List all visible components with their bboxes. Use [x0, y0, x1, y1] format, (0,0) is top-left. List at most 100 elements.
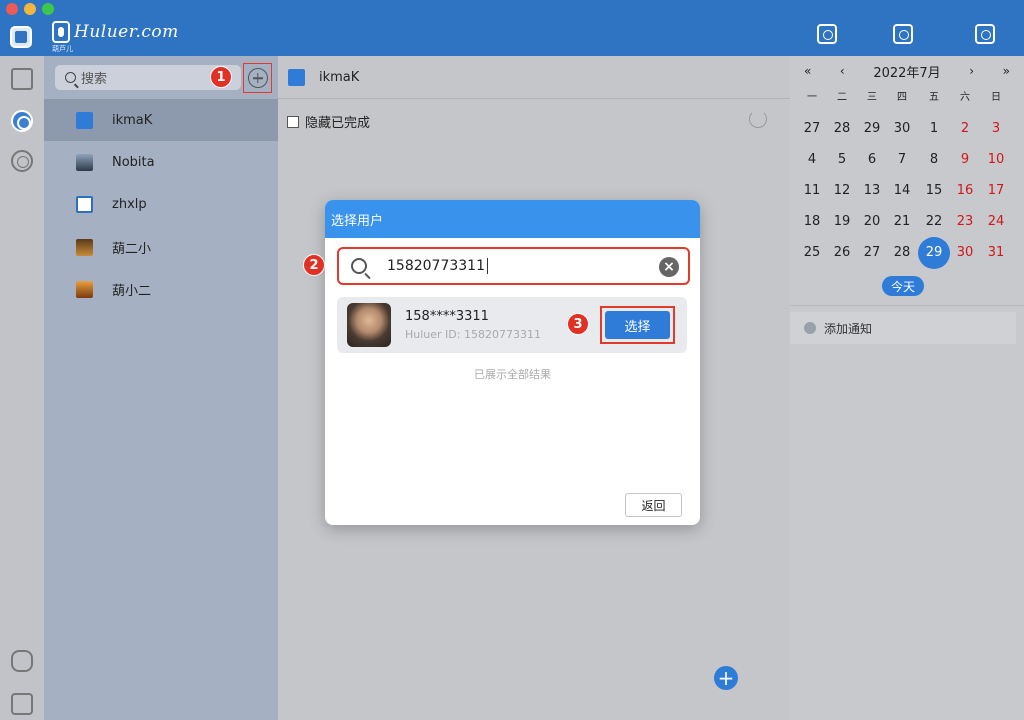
next-year-button[interactable]: »	[1003, 64, 1010, 78]
calendar-day[interactable]: 15	[920, 177, 948, 205]
calendar-day[interactable]: 22	[920, 208, 948, 236]
all-results-shown: 已展示全部结果	[474, 368, 551, 381]
today-button[interactable]: 今天	[882, 276, 924, 296]
weekday-label: 四	[897, 92, 907, 103]
step-badge-2: 2	[303, 254, 325, 276]
contact-item-nobita[interactable]: Nobita	[44, 141, 278, 183]
user-search-value[interactable]: 15820773311	[387, 258, 488, 274]
calendar-day[interactable]: 26	[828, 239, 856, 267]
grid-icon[interactable]	[11, 150, 33, 172]
select-button-highlight: 选择	[600, 306, 675, 344]
settings-icon[interactable]	[11, 693, 33, 715]
avatar	[347, 303, 391, 347]
next-month-button[interactable]: ›	[969, 64, 974, 78]
avatar	[76, 238, 93, 256]
calendar-title: 2022年7月	[873, 65, 941, 81]
calendar-grid-icon[interactable]	[975, 24, 995, 44]
prev-month-button[interactable]: ‹	[840, 64, 845, 78]
calendar-day[interactable]: 27	[858, 239, 886, 267]
add-task-button[interactable]: +	[714, 666, 738, 690]
contact-item-hu-xiao-er[interactable]: 葫小二	[44, 268, 278, 310]
calendar-day[interactable]: 5	[828, 146, 856, 174]
search-icon	[65, 72, 76, 83]
weekday-label: 一	[807, 92, 817, 103]
close-window-button[interactable]	[6, 3, 18, 15]
shield-star-icon[interactable]	[893, 24, 913, 44]
dialog-title: 选择用户	[325, 200, 700, 238]
weekday-label: 日	[991, 92, 1001, 103]
calendar-day[interactable]: 28	[828, 115, 856, 143]
calendar-day[interactable]: 16	[951, 177, 979, 205]
contact-name: 葫二小	[112, 241, 152, 257]
step-badge-1: 1	[210, 66, 232, 88]
select-button[interactable]: 选择	[605, 311, 670, 339]
weekday-label: 二	[837, 92, 847, 103]
calendar-day[interactable]: 13	[858, 177, 886, 205]
maximize-window-button[interactable]	[42, 3, 54, 15]
calendar-day[interactable]: 2	[951, 115, 979, 143]
contact-item-zhxlp[interactable]: zhxlp	[44, 183, 278, 225]
logo-text: Huluer.com	[74, 22, 179, 42]
avatar	[76, 111, 93, 129]
contact-name: 葫小二	[112, 283, 152, 299]
calendar-day[interactable]: 24	[982, 208, 1010, 236]
refresh-icon[interactable]	[749, 110, 767, 128]
search-doc-icon[interactable]	[817, 24, 837, 44]
brand-icon[interactable]	[11, 68, 33, 90]
clear-icon[interactable]: ×	[659, 257, 679, 277]
weekday-label: 六	[960, 92, 970, 103]
result-username: 158****3311	[405, 309, 489, 324]
title-bar: Huluer.com 葫芦儿	[0, 0, 1024, 56]
add-notice-button[interactable]: 添加通知	[790, 312, 1016, 344]
calendar-day[interactable]: 21	[888, 208, 916, 236]
calendar-day[interactable]: 29	[918, 237, 950, 269]
search-placeholder: 搜索	[81, 72, 108, 87]
contact-item-hu-er-xiao[interactable]: 葫二小	[44, 226, 278, 268]
avatar	[76, 153, 93, 171]
logo: Huluer.com	[52, 18, 179, 46]
add-notice-label: 添加通知	[824, 321, 873, 336]
hide-completed-toggle[interactable]: 隐藏已完成	[287, 112, 370, 131]
calendar-day[interactable]: 10	[982, 146, 1010, 174]
calendar-day[interactable]: 25	[798, 239, 826, 267]
cloud-upload-icon[interactable]	[11, 650, 33, 672]
calendar-day[interactable]: 23	[951, 208, 979, 236]
user-search-field[interactable]: 15820773311 ×	[337, 247, 690, 285]
hide-completed-checkbox[interactable]	[287, 115, 299, 128]
calendar-day[interactable]: 31	[982, 239, 1010, 267]
calendar-day[interactable]: 29	[858, 115, 886, 143]
calendar-day[interactable]: 6	[858, 146, 886, 174]
chat-icon[interactable]	[11, 110, 33, 132]
hide-completed-label: 隐藏已完成	[305, 116, 371, 131]
avatar	[76, 195, 93, 213]
calendar-day[interactable]: 30	[951, 239, 979, 267]
calendar-day[interactable]: 30	[888, 115, 916, 143]
calendar-day[interactable]: 9	[951, 146, 979, 174]
add-user-button[interactable]	[243, 63, 272, 93]
prev-year-button[interactable]: «	[804, 64, 811, 78]
divider	[790, 305, 1024, 306]
calendar-day[interactable]: 18	[798, 208, 826, 236]
calendar-day[interactable]: 7	[888, 146, 916, 174]
contact-name: ikmaK	[112, 112, 153, 128]
calendar-day[interactable]: 28	[888, 239, 916, 267]
calendar-day[interactable]: 19	[828, 208, 856, 236]
calendar-day[interactable]: 12	[828, 177, 856, 205]
calendar-day[interactable]: 27	[798, 115, 826, 143]
avatar	[288, 68, 305, 86]
calendar-day[interactable]: 20	[858, 208, 886, 236]
contact-item-ikmak[interactable]: ikmaK	[44, 99, 278, 141]
chat-header: ikmaK	[278, 56, 790, 99]
back-button[interactable]: 返回	[625, 493, 682, 517]
calendar-day[interactable]: 3	[982, 115, 1010, 143]
app-icon	[10, 26, 32, 48]
calendar-day[interactable]: 17	[982, 177, 1010, 205]
calendar-day[interactable]: 4	[798, 146, 826, 174]
calendar-day[interactable]: 8	[920, 146, 948, 174]
minimize-window-button[interactable]	[24, 3, 36, 15]
calendar-day[interactable]: 14	[888, 177, 916, 205]
contact-name: Nobita	[112, 154, 155, 170]
calendar-day[interactable]: 1	[920, 115, 948, 143]
search-icon	[351, 258, 367, 274]
calendar-day[interactable]: 11	[798, 177, 826, 205]
